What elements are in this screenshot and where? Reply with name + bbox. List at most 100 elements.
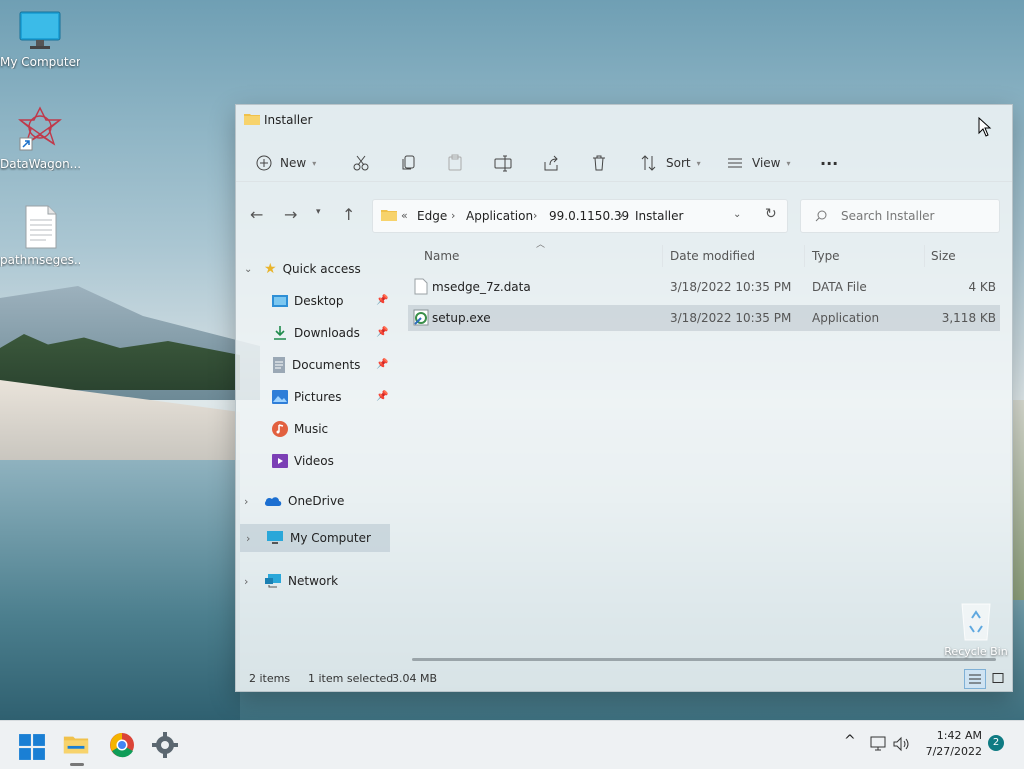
desktop-icon-label: My Computer [0, 55, 80, 69]
file-type: DATA File [812, 280, 867, 294]
active-app-indicator [70, 763, 84, 766]
chevron-down-icon: ⌄ [244, 263, 253, 275]
navigation-pane: ⌄ ★ Quick access Desktop 📌 Downloads 📌 D… [236, 245, 396, 665]
cut-button[interactable] [352, 151, 370, 175]
desktop-folder-icon [272, 295, 288, 307]
breadcrumb-version[interactable]: 99.0.1150.39 [549, 209, 629, 223]
pin-icon: 📌 [376, 359, 389, 370]
paste-button[interactable] [446, 151, 464, 175]
file-name: setup.exe [432, 311, 491, 325]
rename-icon [494, 155, 512, 172]
breadcrumb-separator-icon: › [533, 209, 538, 222]
file-name: msedge_7z.data [432, 280, 531, 294]
lake [0, 460, 240, 720]
column-header-date[interactable]: Date modified [670, 249, 755, 263]
network-status-icon[interactable] [869, 736, 887, 752]
monitor-icon [267, 531, 283, 544]
chevron-right-icon: › [246, 531, 251, 545]
sort-button[interactable]: Sort ▾ [640, 151, 701, 175]
copy-button[interactable] [400, 151, 418, 175]
sidebar-item-downloads[interactable]: Downloads [272, 319, 392, 347]
chevron-right-icon: › [244, 494, 249, 508]
file-row-msedge-data[interactable]: msedge_7z.data 3/18/2022 10:35 PM DATA F… [408, 274, 1000, 300]
sidebar-item-my-computer[interactable]: › My Computer [240, 524, 390, 552]
new-button[interactable]: New ▾ [256, 151, 316, 175]
view-icon [728, 158, 742, 168]
chrome-browser-icon[interactable] [108, 731, 136, 759]
desktop-icon-pathmseges[interactable]: pathmseges... [0, 204, 80, 267]
pin-icon: 📌 [376, 391, 389, 402]
notification-badge[interactable]: 2 [988, 735, 1004, 751]
recent-locations-chevron-icon[interactable]: ▾ [316, 207, 321, 217]
column-divider[interactable] [662, 245, 663, 267]
rename-button[interactable] [494, 151, 512, 175]
sidebar-item-quick-access[interactable]: ⌄ ★ Quick access [244, 255, 394, 283]
breadcrumb-edge[interactable]: Edge [417, 209, 447, 223]
sidebar-item-label: Documents [292, 358, 361, 372]
sidebar-item-label: Pictures [294, 390, 342, 404]
address-history-chevron-icon[interactable]: ⌄ [733, 209, 741, 220]
clock-date: 7/27/2022 [925, 745, 982, 758]
clock[interactable]: 1:42 AM 7/27/2022 [920, 728, 982, 760]
up-arrow-icon[interactable]: ↑ [342, 205, 355, 224]
tray-chevron-up-icon[interactable]: ^ [844, 733, 856, 749]
chevron-down-icon: ▾ [312, 158, 317, 168]
file-row-setup-exe[interactable]: setup.exe 3/18/2022 10:35 PM Application… [408, 305, 1000, 331]
horizontal-scrollbar[interactable] [412, 658, 996, 661]
sidebar-item-onedrive[interactable]: › OneDrive [244, 487, 394, 515]
sort-ascending-icon: ︿ [536, 240, 546, 250]
breadcrumb-application[interactable]: Application [466, 209, 533, 223]
title-bar[interactable]: Installer [236, 105, 1012, 135]
sidebar-item-label: My Computer [290, 531, 371, 545]
forward-arrow-icon[interactable]: → [284, 205, 297, 224]
pin-icon: 📌 [376, 327, 389, 338]
desktop-icon-label: pathmseges... [0, 253, 80, 267]
monitor-icon [19, 11, 61, 49]
new-label: New [280, 156, 307, 170]
sidebar-item-music[interactable]: Music [272, 415, 392, 443]
command-bar: New ▾ Sort ▾ View ▾ ··· [236, 145, 1012, 182]
sidebar-item-videos[interactable]: Videos [272, 447, 392, 475]
datawagon-app-icon [18, 106, 62, 151]
sidebar-item-desktop[interactable]: Desktop [272, 287, 392, 315]
sidebar-item-label: Quick access [282, 262, 361, 276]
view-button[interactable]: View ▾ [726, 151, 791, 175]
desktop-icon-label: DataWagon... [0, 157, 80, 171]
refresh-icon[interactable]: ↻ [765, 206, 777, 222]
sidebar-item-network[interactable]: › Network [244, 567, 394, 595]
back-arrow-icon[interactable]: ← [250, 205, 263, 224]
column-header-name[interactable]: Name [424, 249, 459, 263]
desktop-icon-recycle-bin[interactable]: Recycle Bin [944, 598, 1008, 658]
settings-gear-icon[interactable] [151, 731, 179, 759]
desktop-icon-my-computer[interactable]: My Computer [0, 10, 80, 69]
search-box[interactable]: Search Installer [800, 199, 1000, 233]
share-button[interactable] [542, 151, 560, 175]
details-view-button[interactable] [964, 669, 986, 689]
more-options-button[interactable]: ··· [820, 151, 838, 175]
large-icons-view-button[interactable] [988, 669, 1008, 687]
tiles-view-icon [992, 673, 1004, 683]
column-headers: ︿ Name Date modified Type Size [408, 240, 1004, 267]
column-header-size[interactable]: Size [931, 249, 956, 263]
windows-start-icon[interactable] [18, 733, 46, 761]
breadcrumb-installer[interactable]: Installer [635, 209, 683, 223]
file-explorer-icon[interactable] [62, 731, 90, 759]
file-size: 3,118 KB [941, 311, 996, 325]
status-bar: 2 items 1 item selected 3.04 MB [236, 667, 1012, 691]
sidebar-item-documents[interactable]: Documents [272, 351, 392, 379]
delete-button[interactable] [590, 151, 608, 175]
volume-icon[interactable] [893, 736, 911, 752]
star-icon: ★ [264, 261, 277, 277]
column-header-type[interactable]: Type [812, 249, 840, 263]
sidebar-item-pictures[interactable]: Pictures [272, 383, 392, 411]
desktop-icon-datawagon[interactable]: DataWagon... [0, 106, 80, 171]
address-bar[interactable]: « Edge › Application › 99.0.1150.39 › In… [372, 199, 788, 233]
column-divider[interactable] [924, 245, 925, 267]
breadcrumb-overflow-icon[interactable]: « [401, 209, 408, 222]
copy-icon [402, 155, 415, 170]
column-divider[interactable] [804, 245, 805, 267]
file-date: 3/18/2022 10:35 PM [670, 311, 792, 325]
sort-label: Sort [666, 156, 691, 170]
file-size: 4 KB [968, 280, 996, 294]
network-icon [265, 574, 281, 588]
